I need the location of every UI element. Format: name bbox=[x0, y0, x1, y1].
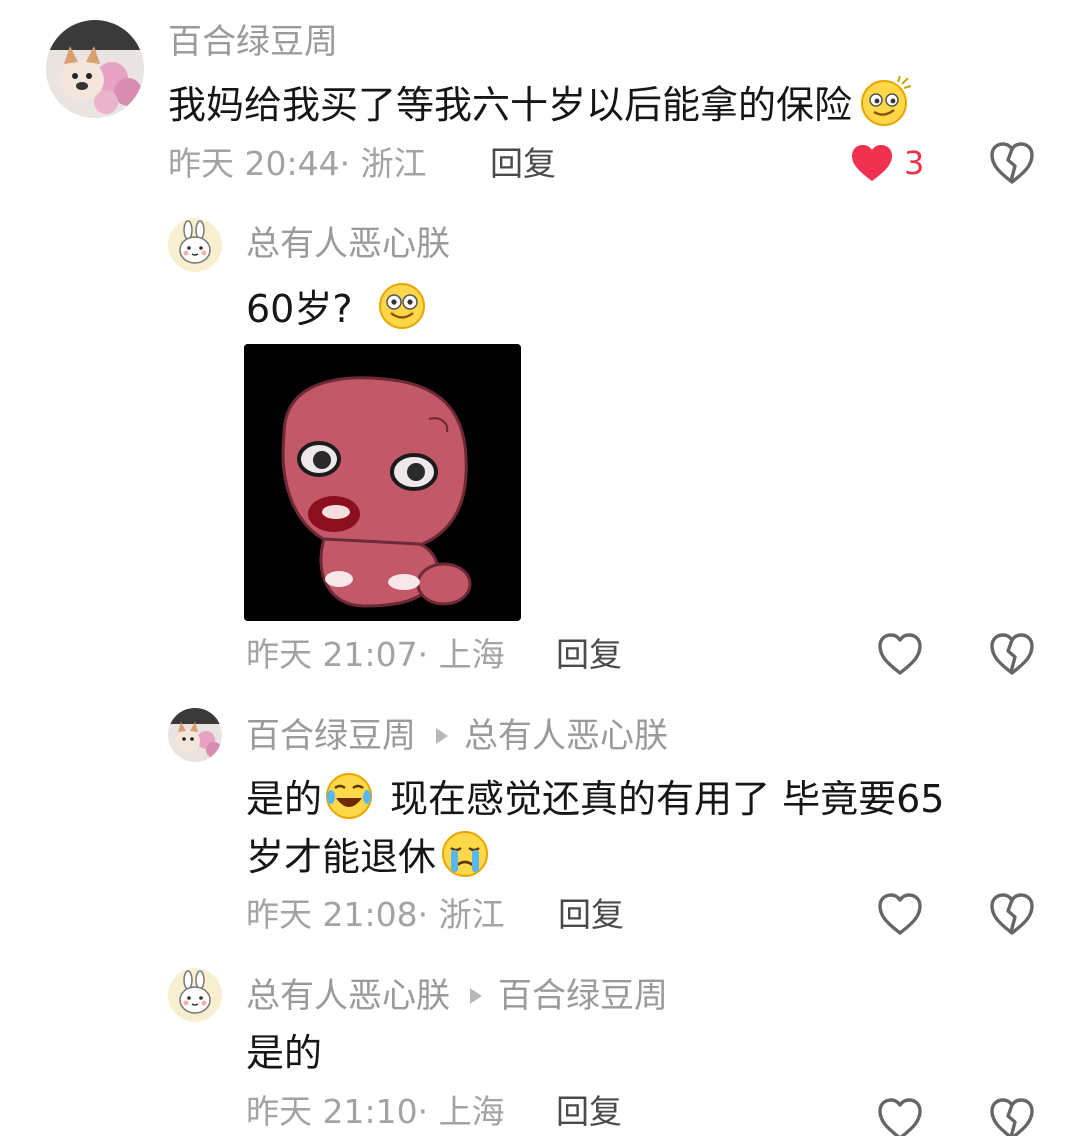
like-button[interactable] bbox=[876, 1096, 924, 1136]
comment-location: 上海 bbox=[438, 1092, 505, 1131]
play-triangle-icon bbox=[436, 727, 448, 744]
comment-time: 昨天 21:08 bbox=[246, 895, 418, 934]
comment-location: 上海 bbox=[438, 635, 505, 674]
meta-separator: · bbox=[417, 895, 439, 934]
reply-to-username[interactable]: 百合绿豆周 bbox=[498, 976, 668, 1016]
play-triangle-icon bbox=[470, 987, 482, 1004]
emoji-icon bbox=[438, 828, 492, 890]
comment-meta: 昨天 21:10· 上海 bbox=[246, 1092, 505, 1132]
reply-button[interactable]: 回复 bbox=[556, 1092, 622, 1132]
avatar-corgi-image bbox=[168, 708, 222, 762]
meta-separator: · bbox=[417, 1092, 439, 1131]
heart-outline-icon bbox=[878, 633, 922, 675]
comment-text: 60岁? bbox=[246, 280, 429, 342]
comment-meta: 昨天 21:08· 浙江 bbox=[246, 895, 505, 935]
comment-meta: 昨天 21:07· 上海 bbox=[246, 635, 505, 675]
broken-heart-icon bbox=[990, 142, 1034, 184]
emoji-icon bbox=[858, 75, 912, 138]
dislike-button[interactable] bbox=[988, 1096, 1036, 1136]
meta-separator: · bbox=[417, 635, 439, 674]
sticker-image[interactable] bbox=[244, 344, 521, 621]
emoji-icon bbox=[322, 770, 376, 832]
comment-username[interactable]: 总有人恶心朕 bbox=[246, 976, 450, 1016]
comment-meta: 昨天 20:44· 浙江 bbox=[168, 144, 427, 184]
comment-text-line: 是的 现在感觉还真的有用了 毕竟要65 bbox=[246, 770, 944, 832]
comment-username-row: 百合绿豆周 总有人恶心朕 bbox=[246, 716, 668, 756]
like-count: 3 bbox=[904, 144, 925, 182]
sticker-pink-creature bbox=[244, 344, 521, 621]
dislike-button[interactable] bbox=[988, 140, 1036, 186]
comment-location: 浙江 bbox=[360, 144, 427, 183]
comment-text-content: 岁才能退休 bbox=[246, 835, 437, 879]
comment-text-content: 现在感觉还真的有用了 毕竟要65 bbox=[390, 777, 945, 821]
reply-button[interactable]: 回复 bbox=[558, 895, 624, 935]
like-button[interactable] bbox=[876, 631, 924, 677]
comment-location: 浙江 bbox=[438, 895, 505, 934]
comment-username-row: 总有人恶心朕 百合绿豆周 bbox=[246, 976, 668, 1016]
comment-username[interactable]: 百合绿豆周 bbox=[246, 716, 416, 756]
like-button[interactable]: 3 bbox=[850, 140, 940, 186]
avatar[interactable] bbox=[168, 708, 222, 762]
comment-text: 是的 bbox=[246, 1031, 323, 1075]
dislike-button[interactable] bbox=[988, 631, 1036, 677]
avatar[interactable] bbox=[168, 968, 222, 1022]
reply-button[interactable]: 回复 bbox=[556, 635, 622, 675]
heart-outline-icon bbox=[878, 1098, 922, 1136]
reply-to-username[interactable]: 总有人恶心朕 bbox=[464, 716, 668, 756]
comment-text: 我妈给我买了等我六十岁以后能拿的保险 bbox=[168, 75, 912, 138]
comment-username[interactable]: 总有人恶心朕 bbox=[246, 224, 450, 264]
avatar[interactable] bbox=[168, 218, 222, 272]
comment-text-content: 60岁? bbox=[246, 287, 353, 331]
avatar-corgi-image bbox=[46, 20, 144, 118]
avatar-bunny-image bbox=[168, 968, 222, 1022]
comment-username[interactable]: 百合绿豆周 bbox=[168, 22, 338, 62]
broken-heart-icon bbox=[990, 1098, 1034, 1136]
comment-time: 昨天 21:10 bbox=[246, 1092, 418, 1131]
dislike-button[interactable] bbox=[988, 891, 1036, 937]
like-button[interactable] bbox=[876, 891, 924, 937]
broken-heart-icon bbox=[990, 633, 1034, 675]
emoji-icon bbox=[375, 280, 429, 342]
avatar-bunny-image bbox=[168, 218, 222, 272]
comment-time: 昨天 21:07 bbox=[246, 635, 418, 674]
comment-text-content: 是的 bbox=[246, 777, 323, 821]
comment-time: 昨天 20:44 bbox=[168, 144, 340, 183]
heart-outline-icon bbox=[878, 893, 922, 935]
reply-button[interactable]: 回复 bbox=[490, 144, 556, 184]
avatar[interactable] bbox=[46, 20, 144, 118]
meta-separator: · bbox=[339, 144, 361, 183]
comment-text-content: 我妈给我买了等我六十岁以后能拿的保险 bbox=[168, 83, 853, 127]
comment-text-line: 岁才能退休 bbox=[246, 828, 492, 890]
broken-heart-icon bbox=[990, 893, 1034, 935]
heart-icon bbox=[852, 145, 892, 181]
